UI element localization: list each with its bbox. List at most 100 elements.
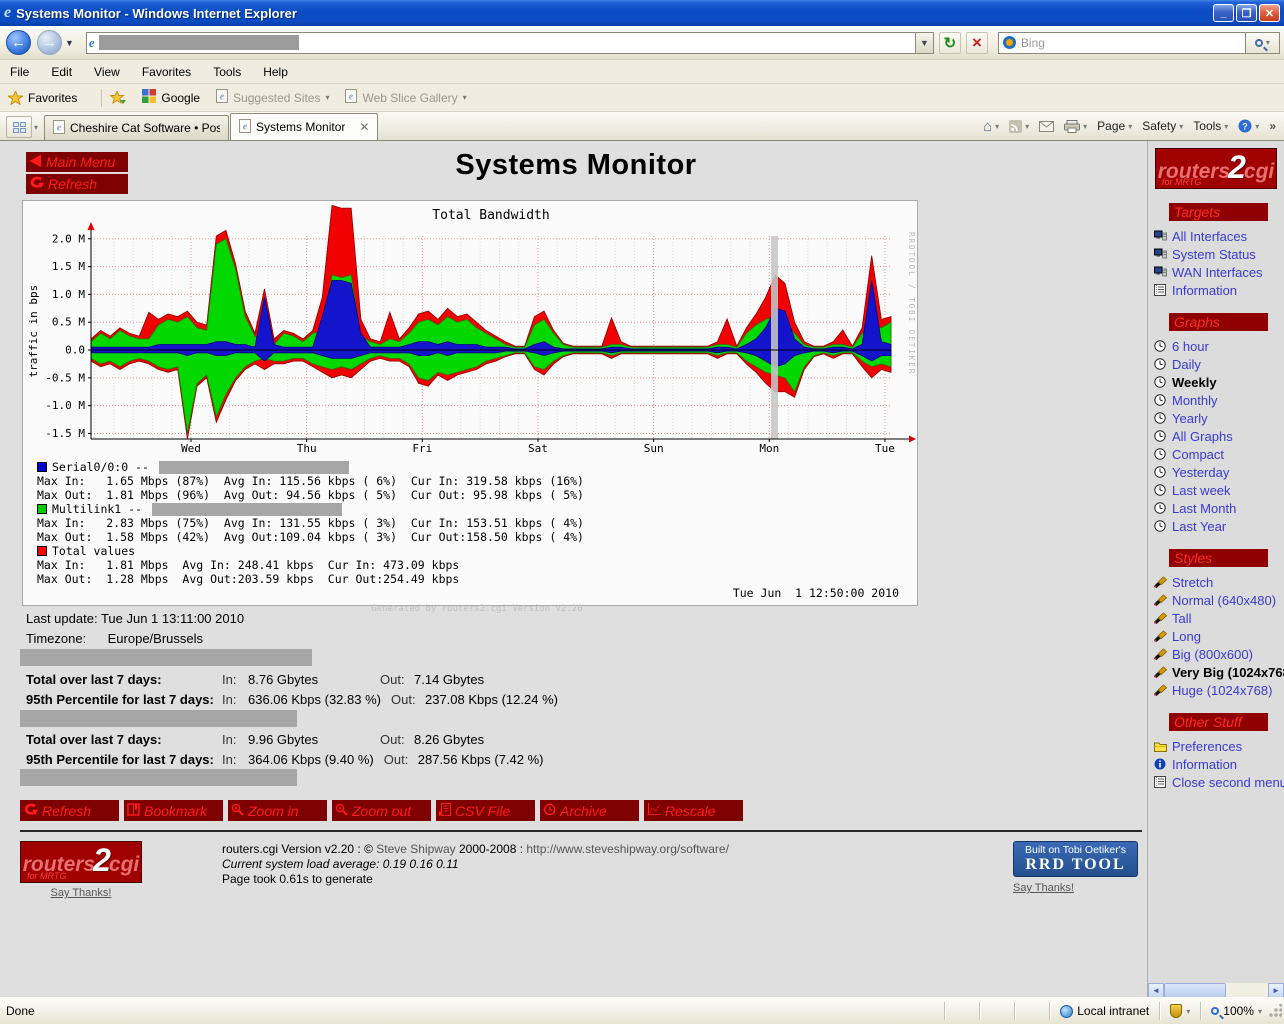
- menu-edit[interactable]: Edit: [51, 65, 72, 79]
- out-value: 7.14 Gbytes: [414, 672, 546, 687]
- author-link[interactable]: Steve Shipway: [376, 842, 455, 856]
- menu-file[interactable]: File: [10, 65, 29, 79]
- dropdown-icon: ▾: [325, 93, 329, 102]
- print-button[interactable]: ▾: [1064, 120, 1087, 133]
- sidebar-item-tall[interactable]: Tall: [1148, 609, 1284, 627]
- refresh-button[interactable]: Refresh: [26, 174, 128, 194]
- sidebar-item-normal-640x480[interactable]: Normal (640x480): [1148, 591, 1284, 609]
- shield-dropdown-icon: ▾: [1186, 1007, 1190, 1016]
- archive-button[interactable]: Archive: [540, 800, 639, 821]
- stats-row-pct: 95th Percentile for last 7 days:In:364.0…: [26, 752, 554, 767]
- rescale-button[interactable]: Rescale: [644, 800, 743, 821]
- sidebar-item-close-second-menu[interactable]: Close second menu: [1148, 773, 1284, 791]
- sidebar-item-stretch[interactable]: Stretch: [1148, 573, 1284, 591]
- tab-systems-monitor[interactable]: eSystems Monitor✕: [230, 113, 378, 140]
- sidebar-item-weekly[interactable]: Weekly: [1148, 373, 1284, 391]
- main-menu-button[interactable]: Main Menu: [26, 152, 128, 172]
- feeds-button[interactable]: ▾: [1009, 120, 1029, 133]
- menu-help[interactable]: Help: [263, 65, 288, 79]
- scrollbar-track[interactable]: [1226, 983, 1268, 998]
- sidebar-item-yearly[interactable]: Yearly: [1148, 409, 1284, 427]
- tab-close-icon[interactable]: ✕: [359, 120, 369, 134]
- svg-text:Thu: Thu: [297, 442, 317, 455]
- restore-button[interactable]: ❐: [1236, 4, 1257, 22]
- back-button[interactable]: ←: [6, 30, 31, 55]
- sidebar-item-huge-1024x768[interactable]: Huge (1024x768): [1148, 681, 1284, 699]
- archive-clock-icon: [543, 803, 556, 819]
- menu-view[interactable]: View: [94, 65, 120, 79]
- address-dropdown-button[interactable]: ▼: [916, 32, 934, 54]
- google-icon: [142, 89, 156, 106]
- bandwidth-graph[interactable]: Total Bandwidthtraffic in bpsRRDTOOL / T…: [22, 200, 918, 606]
- sidebar-item-wan-interfaces[interactable]: WAN Interfaces: [1148, 263, 1284, 281]
- sidebar-item-monthly[interactable]: Monthly: [1148, 391, 1284, 409]
- scroll-left-icon[interactable]: ◄: [1148, 983, 1164, 998]
- sidebar-item-last-week[interactable]: Last week: [1148, 481, 1284, 499]
- sidebar-item-information[interactable]: Information: [1148, 755, 1284, 773]
- quick-tabs-button[interactable]: [6, 116, 32, 138]
- software-link[interactable]: http://www.steveshipway.org/software/: [526, 842, 729, 856]
- home-button[interactable]: ⌂▾: [983, 118, 999, 135]
- sidebar-item-6-hour[interactable]: 6 hour: [1148, 337, 1284, 355]
- clock-icon: [1152, 340, 1168, 352]
- refresh-button[interactable]: Refresh: [20, 800, 119, 821]
- sidebar-item-system-status[interactable]: System Status: [1148, 245, 1284, 263]
- sidebar-item-last-year[interactable]: Last Year: [1148, 517, 1284, 535]
- protected-mode-button[interactable]: ▾: [1164, 1004, 1196, 1018]
- zoom-control[interactable]: 100% ▾: [1205, 1004, 1268, 1018]
- minimize-button[interactable]: _: [1213, 4, 1234, 22]
- search-button[interactable]: ▾: [1246, 32, 1280, 54]
- forward-button[interactable]: →: [37, 30, 62, 55]
- favorites-bar-item-suggested-sites[interactable]: eSuggested Sites▾: [216, 89, 329, 106]
- favorites-bar-item-google[interactable]: Google: [142, 89, 200, 106]
- refresh-page-button[interactable]: ↻: [939, 32, 961, 54]
- zoom-out-button[interactable]: Zoom out: [332, 800, 431, 821]
- bookmark-button[interactable]: Bookmark: [124, 800, 223, 821]
- favorites-bar-item-web-slice-gallery[interactable]: eWeb Slice Gallery▾: [345, 89, 466, 106]
- stop-button[interactable]: ×: [966, 32, 988, 54]
- add-favorite-button[interactable]: [110, 91, 126, 105]
- close-button[interactable]: ✕: [1259, 4, 1280, 22]
- sidebar-item-information[interactable]: Information: [1148, 281, 1284, 299]
- sidebar-item-big-800x600[interactable]: Big (800x600): [1148, 645, 1284, 663]
- sidebar-item-compact[interactable]: Compact: [1148, 445, 1284, 463]
- safety-menu-button[interactable]: Safety▾: [1142, 119, 1183, 133]
- tab-cheshire-cat-software-pos[interactable]: eCheshire Cat Software • Pos...: [44, 115, 229, 140]
- history-dropdown-icon[interactable]: ▼: [65, 38, 74, 48]
- sidebar-horizontal-scrollbar[interactable]: ◄ ►: [1148, 983, 1284, 998]
- out-label: Out:: [384, 752, 418, 767]
- favorites-button[interactable]: Favorites: [8, 91, 77, 105]
- refresh-arrow-icon: [29, 176, 44, 192]
- page-menu-button[interactable]: Page▾: [1097, 119, 1132, 133]
- scroll-right-icon[interactable]: ►: [1268, 983, 1284, 998]
- sidebar-item-last-month[interactable]: Last Month: [1148, 499, 1284, 517]
- menu-tools[interactable]: Tools: [213, 65, 241, 79]
- sidebar-item-long[interactable]: Long: [1148, 627, 1284, 645]
- legend-group-multilink1: Multilink1 --: [37, 502, 917, 516]
- search-input[interactable]: Bing: [998, 32, 1246, 54]
- csv-file-button[interactable]: CSV File: [436, 800, 535, 821]
- rrd-say-thanks-link[interactable]: Say Thanks!: [1013, 882, 1074, 894]
- sidebar-item-very-big-1024x768[interactable]: Very Big (1024x768): [1148, 663, 1284, 681]
- rss-icon: [1009, 120, 1022, 133]
- address-bar[interactable]: e: [86, 32, 916, 54]
- scrollbar-thumb[interactable]: [1164, 983, 1226, 998]
- help-button[interactable]: ?▾: [1238, 119, 1259, 133]
- tab-list-dropdown-icon[interactable]: ▾: [34, 123, 38, 132]
- footer-text: routers.cgi Version v2.20 : © Steve Ship…: [222, 842, 729, 887]
- tools-menu-button[interactable]: Tools▾: [1193, 119, 1228, 133]
- sidebar-item-all-graphs[interactable]: All Graphs: [1148, 427, 1284, 445]
- zoom-in-button[interactable]: Zoom in: [228, 800, 327, 821]
- overflow-chevron-icon[interactable]: »: [1269, 119, 1276, 133]
- resize-grip[interactable]: [1268, 1004, 1282, 1018]
- sidebar-logo[interactable]: routers2cgi for MRTG: [1155, 148, 1277, 189]
- sidebar-item-all-interfaces[interactable]: All Interfaces: [1148, 227, 1284, 245]
- read-mail-button[interactable]: [1039, 121, 1054, 132]
- say-thanks-link[interactable]: Say Thanks!: [51, 887, 112, 899]
- button-label: Refresh: [42, 803, 91, 819]
- sidebar-item-yesterday[interactable]: Yesterday: [1148, 463, 1284, 481]
- sidebar-item-preferences[interactable]: Preferences: [1148, 737, 1284, 755]
- svg-text:1.0 M: 1.0 M: [52, 288, 85, 301]
- menu-favorites[interactable]: Favorites: [142, 65, 191, 79]
- sidebar-item-daily[interactable]: Daily: [1148, 355, 1284, 373]
